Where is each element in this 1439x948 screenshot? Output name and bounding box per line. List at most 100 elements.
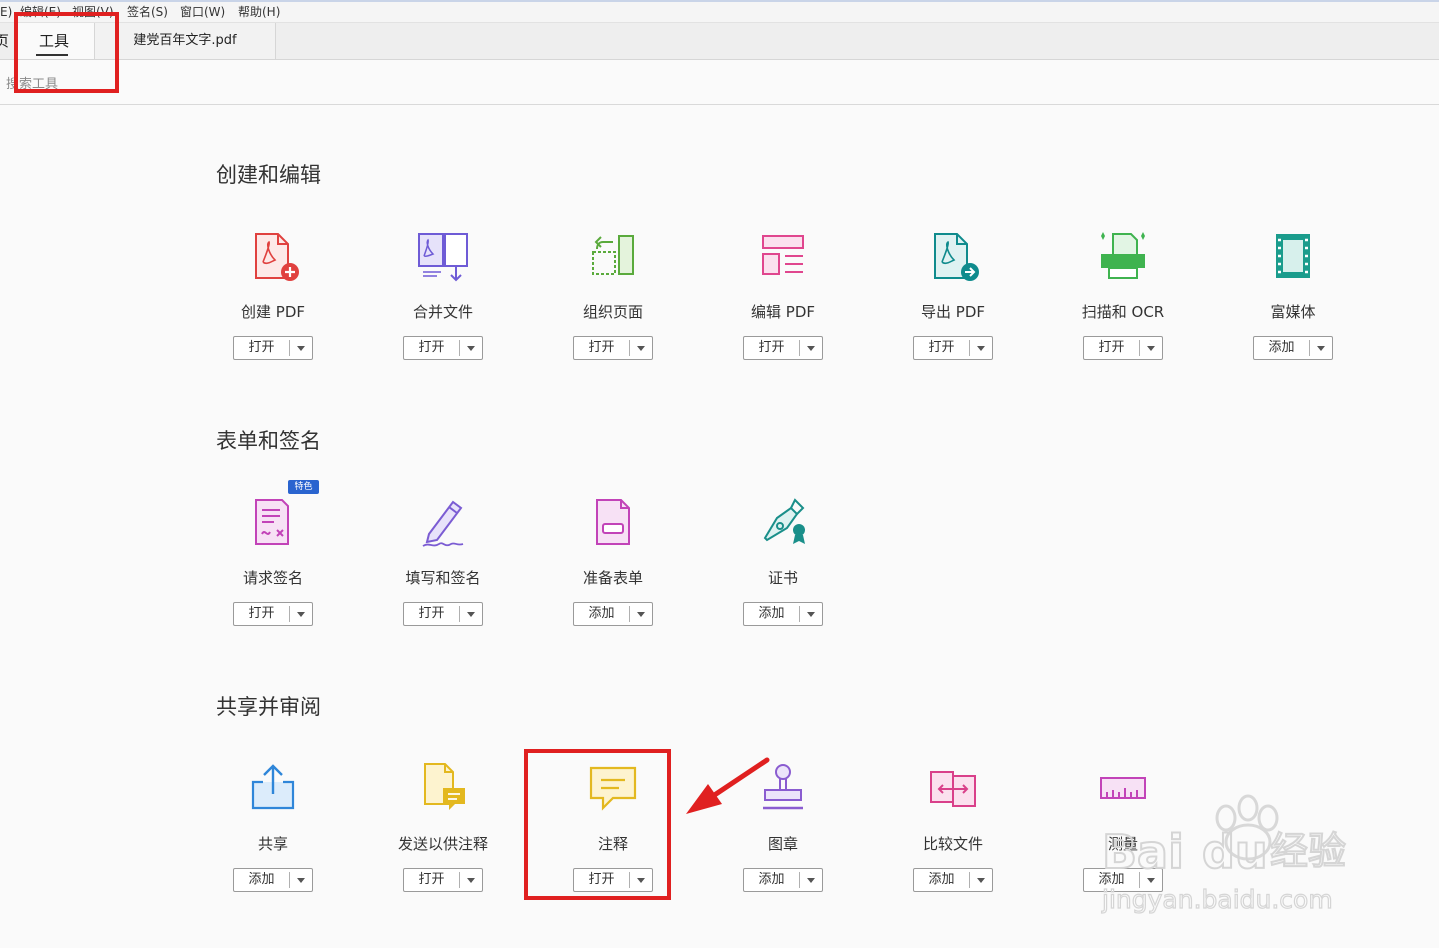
tool-combine-files[interactable]: 合并文件 打开 (358, 228, 528, 378)
tool-action-button[interactable]: 打开 (1083, 336, 1163, 360)
dropdown-arrow-icon[interactable] (630, 603, 652, 625)
tool-compare-files[interactable]: 比较文件 添加 (868, 760, 1038, 910)
tool-share[interactable]: 共享 添加 (188, 760, 358, 910)
tool-label: 准备表单 (582, 569, 643, 587)
watermark-url: jingyan.baidu.com (1101, 885, 1333, 914)
dropdown-arrow-icon[interactable] (800, 869, 822, 891)
section-title-forms-signatures: 表单和签名 (216, 429, 321, 453)
dropdown-arrow-icon[interactable] (970, 869, 992, 891)
tool-action-button[interactable]: 添加 (913, 868, 993, 892)
search-bar: 搜索工具 (0, 60, 1439, 105)
tool-action-label: 打开 (418, 872, 445, 887)
send-comment-icon (424, 763, 465, 810)
dropdown-arrow-icon[interactable] (800, 337, 822, 359)
tool-action-label: 添加 (758, 606, 785, 621)
tool-action-button[interactable]: 打开 (573, 336, 653, 360)
tool-action-label: 添加 (1268, 340, 1295, 355)
tool-label: 发送以供注释 (397, 835, 488, 853)
dropdown-arrow-icon[interactable] (800, 603, 822, 625)
tab-home[interactable]: 页 (0, 23, 14, 59)
dropdown-arrow-icon[interactable] (1310, 337, 1332, 359)
tool-label: 编辑 PDF (751, 303, 815, 321)
tool-action-button[interactable]: 打开 (403, 602, 483, 626)
tool-label: 请求签名 (242, 569, 303, 587)
watermark-brand-du: du (1202, 825, 1268, 879)
tool-label: 合并文件 (412, 303, 473, 321)
edit-pdf-icon (762, 235, 804, 275)
tool-request-signature[interactable]: 请求签名 打开 (188, 494, 358, 644)
tool-action-label: 打开 (418, 340, 445, 355)
tool-action-button[interactable]: 打开 (403, 336, 483, 360)
tool-action-label: 添加 (928, 872, 955, 887)
tool-rich-media[interactable]: 富媒体 添加 (1208, 228, 1378, 378)
tool-action-button[interactable]: 添加 (743, 602, 823, 626)
tool-label: 比较文件 (922, 835, 983, 853)
tool-action-label: 打开 (248, 340, 275, 355)
organize-pages-icon (592, 235, 634, 275)
tool-prepare-form[interactable]: 准备表单 添加 (528, 494, 698, 644)
dropdown-arrow-icon[interactable] (290, 337, 312, 359)
combine-files-icon (418, 233, 468, 282)
watermark-brand: Bai (1102, 825, 1184, 879)
tool-label: 组织页面 (582, 303, 643, 321)
tool-action-button[interactable]: 添加 (743, 868, 823, 892)
tool-label: 扫描和 OCR (1081, 303, 1165, 321)
baidu-jingyan-watermark: Bai du 经验 jingyan.baidu.com (1100, 794, 1347, 915)
menu-bar: E) 编辑(E) 视图(V) 签名(S) 窗口(W) 帮助(H) (0, 2, 1439, 23)
featured-badge: 特色 (288, 480, 319, 494)
tool-action-button[interactable]: 打开 (233, 602, 313, 626)
tool-certificate[interactable]: 证书 添加 (698, 494, 868, 644)
tool-label: 共享 (257, 835, 288, 853)
tool-send-for-comments[interactable]: 发送以供注释 打开 (358, 760, 528, 910)
tool-action-button[interactable]: 打开 (403, 868, 483, 892)
compare-files-icon (930, 771, 976, 807)
tool-export-pdf[interactable]: 导出 PDF 打开 (868, 228, 1038, 378)
tool-action-button[interactable]: 添加 (573, 602, 653, 626)
dropdown-arrow-icon[interactable] (970, 337, 992, 359)
section-title-create-edit: 创建和编辑 (216, 163, 321, 187)
watermark-cn: 经验 (1270, 829, 1346, 873)
menu-item-help[interactable]: 帮助(H) (238, 2, 280, 22)
menu-item-sign[interactable]: 签名(S) (127, 2, 168, 22)
prepare-form-icon (596, 499, 630, 545)
highlight-tools-tab (14, 12, 119, 93)
tool-action-label: 添加 (758, 872, 785, 887)
menu-item-file[interactable]: E) (0, 2, 12, 22)
fill-sign-icon (422, 500, 464, 547)
dropdown-arrow-icon[interactable] (460, 603, 482, 625)
tool-label: 富媒体 (1270, 303, 1316, 321)
menu-item-window[interactable]: 窗口(W) (180, 2, 225, 22)
tool-edit-pdf[interactable]: 编辑 PDF 打开 (698, 228, 868, 378)
dropdown-arrow-icon[interactable] (630, 337, 652, 359)
dropdown-arrow-icon[interactable] (460, 869, 482, 891)
tool-action-button[interactable]: 打开 (913, 336, 993, 360)
rich-media-icon (1276, 234, 1310, 278)
dropdown-arrow-icon[interactable] (290, 869, 312, 891)
tool-create-pdf[interactable]: 创建 PDF 打开 (188, 228, 358, 378)
tool-action-button[interactable]: 打开 (743, 336, 823, 360)
scan-ocr-icon (1101, 232, 1145, 279)
tool-action-label: 添加 (588, 606, 615, 621)
dropdown-arrow-icon[interactable] (460, 337, 482, 359)
tab-bar: 页 工具 建党百年文字.pdf (0, 23, 1439, 60)
tool-organize-pages[interactable]: 组织页面 打开 (528, 228, 698, 378)
highlight-comment-tool (524, 749, 671, 900)
certificate-icon (763, 498, 805, 544)
dropdown-arrow-icon[interactable] (1140, 337, 1162, 359)
tool-label: 证书 (767, 569, 798, 587)
dropdown-arrow-icon[interactable] (290, 603, 312, 625)
tool-action-label: 添加 (248, 872, 275, 887)
create-pdf-icon (255, 233, 299, 281)
tool-action-button[interactable]: 添加 (233, 868, 313, 892)
tool-action-label: 打开 (248, 606, 275, 621)
section-title-share-review: 共享并审阅 (216, 695, 321, 719)
tool-scan-ocr[interactable]: 扫描和 OCR 打开 (1038, 228, 1208, 378)
tab-document[interactable]: 建党百年文字.pdf (95, 23, 276, 59)
request-signature-icon (255, 499, 289, 545)
tool-fill-sign[interactable]: 填写和签名 打开 (358, 494, 528, 644)
tool-action-button[interactable]: 打开 (233, 336, 313, 360)
annotation-arrow (686, 757, 770, 814)
tool-action-button[interactable]: 添加 (1253, 336, 1333, 360)
tool-action-label: 打开 (1098, 340, 1125, 355)
tool-label: 创建 PDF (241, 303, 305, 321)
